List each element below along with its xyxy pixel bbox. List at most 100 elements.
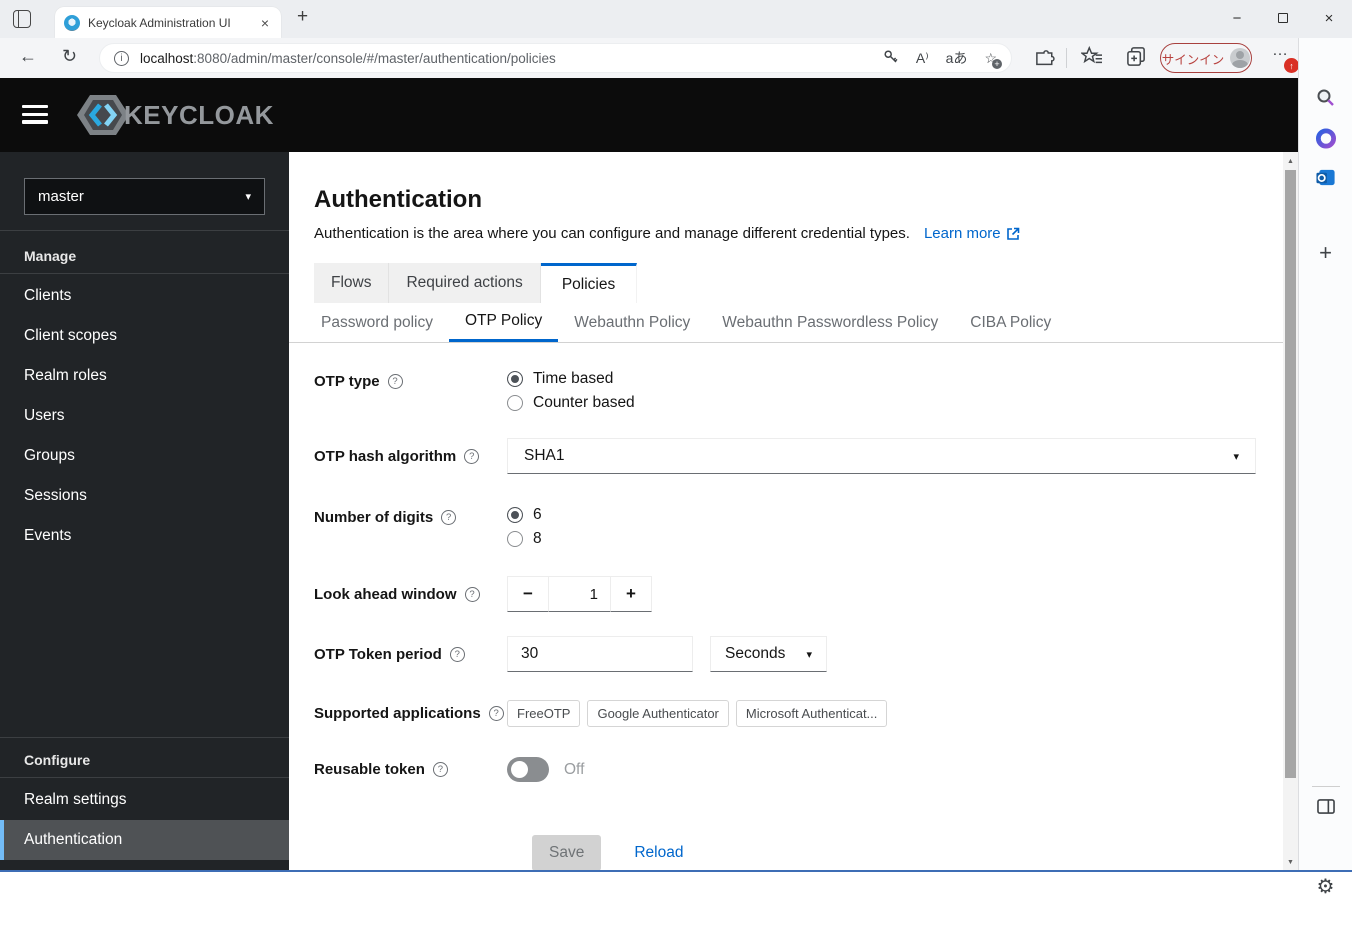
sidebar-item-client-scopes[interactable]: Client scopes: [0, 316, 289, 356]
sidebar-item-realm-roles[interactable]: Realm roles: [0, 356, 289, 396]
toggle-knob: [511, 761, 528, 778]
add-favorite-icon[interactable]: ☆ +: [984, 50, 1002, 69]
look-ahead-window-row: Look ahead window ? − 1 +: [314, 576, 1283, 612]
supported-applications-label-text: Supported applications: [314, 705, 481, 722]
sidebar-item-clients[interactable]: Clients: [0, 276, 289, 316]
keycloak-masthead: KEYCLOAK ? admin ▾: [0, 78, 1298, 210]
radio-unchecked-icon[interactable]: [507, 395, 523, 411]
translate-icon[interactable]: aあ: [946, 48, 968, 68]
digits-8-option[interactable]: 8: [507, 530, 542, 548]
keycloak-logo[interactable]: KEYCLOAK: [74, 92, 274, 138]
outlook-icon[interactable]: [1315, 167, 1336, 193]
stepper-minus-button[interactable]: −: [507, 576, 549, 612]
sidebar-add-icon[interactable]: +: [1319, 240, 1332, 266]
tab-actions-icon[interactable]: [13, 10, 31, 28]
signin-avatar-icon: [1230, 48, 1251, 68]
collections-icon[interactable]: [1126, 46, 1147, 72]
signin-label: サインイン: [1161, 52, 1225, 67]
sidebar-panel-icon[interactable]: [1316, 798, 1335, 820]
radio-checked-icon[interactable]: [507, 371, 523, 387]
tab-required-actions[interactable]: Required actions: [389, 263, 541, 303]
keycloak-favicon: [64, 14, 80, 31]
sidebar-item-user-federation[interactable]: User federation: [0, 900, 289, 940]
refresh-button[interactable]: ↻: [62, 46, 77, 67]
otp-hash-algorithm-select[interactable]: SHA1 ▾: [507, 438, 1256, 474]
update-badge: ↑: [1284, 58, 1299, 73]
scrollbar-up-icon[interactable]: ▲: [1283, 158, 1298, 165]
look-ahead-window-label: Look ahead window ?: [314, 576, 507, 612]
sidebar-item-sessions[interactable]: Sessions: [0, 476, 289, 516]
radio-checked-icon[interactable]: [507, 507, 523, 523]
otp-token-period-help-icon[interactable]: ?: [449, 646, 465, 662]
nav-toggle-icon[interactable]: [22, 105, 48, 125]
close-window-button[interactable]: ×: [1306, 0, 1352, 36]
password-key-icon[interactable]: [883, 49, 899, 68]
sidebar-settings-icon[interactable]: ⚙: [1317, 874, 1335, 899]
tab-close-icon[interactable]: ×: [258, 15, 272, 31]
tab-flows[interactable]: Flows: [314, 263, 390, 303]
page-scrollbar[interactable]: ▲ ▼: [1283, 152, 1298, 872]
otp-type-time-based-option[interactable]: Time based: [507, 370, 635, 388]
extensions-icon[interactable]: [1036, 46, 1057, 72]
reusable-token-help-icon[interactable]: ?: [432, 762, 448, 777]
url-text[interactable]: localhost:8080/admin/master/console/#/ma…: [140, 51, 873, 66]
scrollbar-thumb[interactable]: [1285, 170, 1296, 778]
maximize-button[interactable]: [1260, 0, 1306, 36]
number-of-digits-help-icon[interactable]: ?: [441, 510, 457, 525]
sidebar-item-events[interactable]: Events: [0, 516, 289, 556]
microsoft-365-icon[interactable]: [1315, 128, 1336, 154]
sidebar-item-users[interactable]: Users: [0, 396, 289, 436]
form-actions: Save Reload: [532, 835, 1283, 871]
save-button[interactable]: Save: [532, 835, 602, 871]
otp-token-period-label-text: OTP Token period: [314, 645, 442, 663]
realm-selector[interactable]: master ▾: [24, 178, 265, 215]
subtab-password-policy[interactable]: Password policy: [305, 303, 449, 342]
favorites-icon[interactable]: [1079, 45, 1103, 71]
subtab-webauthn-passwordless-policy[interactable]: Webauthn Passwordless Policy: [706, 303, 954, 342]
minimize-button[interactable]: −: [1214, 0, 1260, 36]
keycloak-sidebar: master ▾ Manage Clients Client scopes Re…: [0, 152, 289, 928]
otp-token-period-unit-select[interactable]: Seconds ▾: [710, 636, 827, 672]
page-description-row: Authentication is the area where you can…: [314, 225, 1283, 242]
subtab-webauthn-policy[interactable]: Webauthn Policy: [558, 303, 706, 342]
back-button[interactable]: ←: [19, 46, 37, 67]
subtab-ciba-policy[interactable]: CIBA Policy: [954, 303, 1067, 342]
scrollbar-down-icon[interactable]: ▼: [1283, 859, 1298, 866]
otp-token-period-row: OTP Token period ? 30 Seconds ▾: [314, 636, 1283, 672]
signin-button[interactable]: サインイン: [1160, 43, 1252, 73]
otp-type-counter-based-option[interactable]: Counter based: [507, 394, 635, 412]
otp-token-period-input[interactable]: 30: [507, 636, 693, 672]
tab-policies[interactable]: Policies: [540, 263, 638, 303]
browser-menu-button[interactable]: …: [1272, 42, 1289, 60]
look-ahead-window-input[interactable]: 1: [549, 576, 610, 612]
stepper-plus-button[interactable]: +: [610, 576, 652, 612]
look-ahead-window-help-icon[interactable]: ?: [464, 586, 480, 602]
sidebar-search-icon[interactable]: [1315, 87, 1337, 114]
nav-divider: [0, 230, 289, 231]
otp-type-help-icon[interactable]: ?: [387, 374, 403, 389]
manage-nav-items: Clients Client scopes Realm roles Users …: [0, 276, 289, 556]
address-bar[interactable]: i localhost:8080/admin/master/console/#/…: [99, 43, 1012, 73]
number-of-digits-label-text: Number of digits: [314, 509, 434, 526]
new-tab-button[interactable]: +: [297, 6, 308, 28]
sidebar-item-realm-settings[interactable]: Realm settings: [0, 780, 289, 820]
digits-6-option[interactable]: 6: [507, 506, 542, 524]
otp-type-row: OTP type ? Time based Counter based: [314, 370, 1283, 412]
browser-tab[interactable]: Keycloak Administration UI ×: [55, 7, 281, 38]
otp-hash-algorithm-value: SHA1: [524, 447, 565, 464]
chevron-down-icon: ▾: [806, 648, 812, 661]
sidebar-item-groups[interactable]: Groups: [0, 436, 289, 476]
radio-unchecked-icon[interactable]: [507, 531, 523, 547]
reload-link[interactable]: Reload: [634, 844, 683, 862]
sidebar-item-authentication[interactable]: Authentication: [0, 820, 289, 860]
reusable-token-toggle[interactable]: [507, 757, 549, 782]
read-aloud-icon[interactable]: A⁾: [916, 50, 929, 67]
supported-applications-help-icon[interactable]: ?: [488, 706, 504, 721]
site-info-icon[interactable]: i: [114, 50, 129, 66]
nav-divider: [0, 777, 289, 778]
subtab-otp-policy[interactable]: OTP Policy: [449, 303, 559, 342]
otp-hash-algorithm-help-icon[interactable]: ?: [464, 448, 480, 464]
sidebar-item-identity-providers[interactable]: Identity providers: [0, 860, 289, 900]
main-content: Authentication Authentication is the are…: [289, 152, 1283, 872]
learn-more-link[interactable]: Learn more: [924, 225, 1020, 242]
